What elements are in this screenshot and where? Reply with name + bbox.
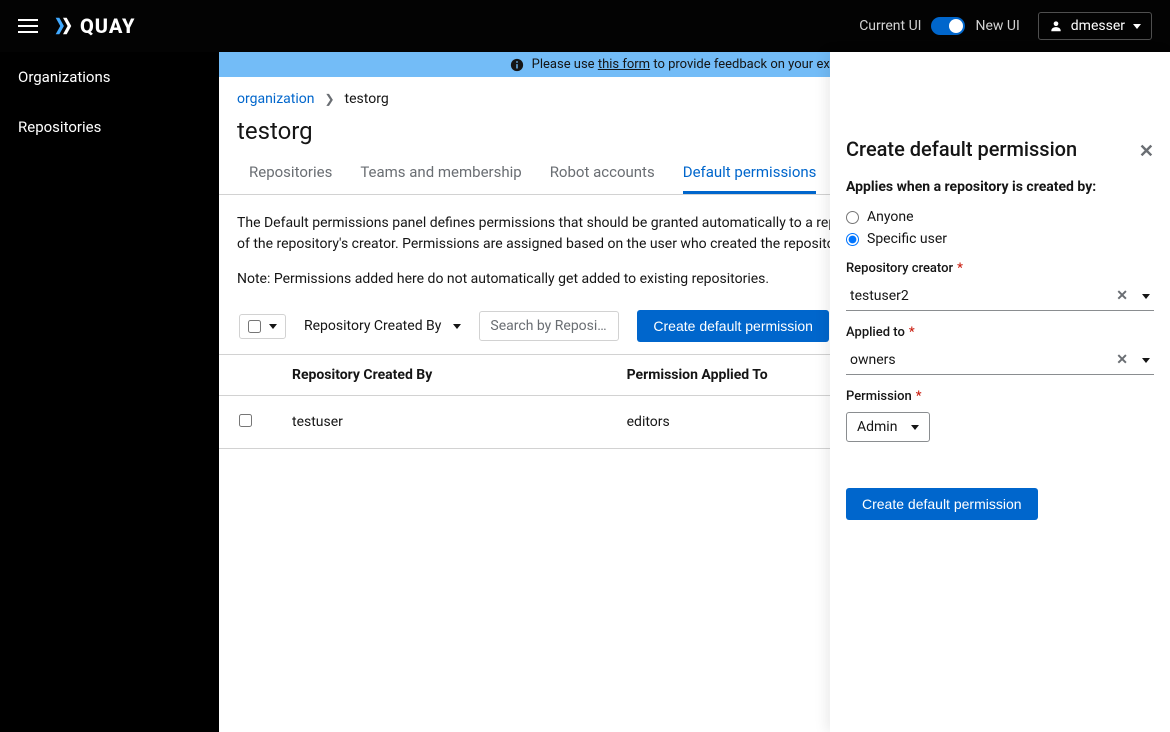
user-menu-dropdown[interactable]: dmesser: [1038, 12, 1152, 40]
ui-toggle-group: Current UI New UI: [859, 17, 1020, 35]
chevron-down-icon: [1142, 294, 1150, 299]
info-icon: [510, 58, 524, 72]
breadcrumb-current: testorg: [345, 91, 389, 107]
th-select: [219, 355, 272, 396]
ui-toggle-switch[interactable]: [931, 17, 965, 35]
repo-creator-combo[interactable]: testuser2 ✕: [846, 282, 1154, 311]
sidebar-nav: Organizations Repositories: [0, 52, 219, 732]
chevron-down-icon: [453, 324, 461, 329]
filter-dropdown[interactable]: Repository Created By: [304, 313, 461, 339]
current-ui-label: Current UI: [859, 18, 921, 34]
applied-to-value: owners: [850, 352, 896, 368]
applied-to-label: Applied to: [846, 325, 905, 340]
chevron-down-icon: [1142, 358, 1150, 363]
quay-logo-icon: [52, 15, 74, 37]
repo-creator-label: Repository creator: [846, 261, 953, 276]
search-input[interactable]: Search by Repository Created By: [479, 311, 619, 341]
field-repo-creator: Repository creator * testuser2 ✕: [846, 261, 1154, 311]
required-mark: *: [957, 261, 963, 276]
tab-robot-accounts[interactable]: Robot accounts: [550, 155, 655, 194]
filter-label: Repository Created By: [304, 318, 441, 334]
radio-specific-user[interactable]: Specific user: [846, 231, 1154, 247]
repo-creator-value: testuser2: [850, 288, 909, 304]
radio-anyone-label: Anyone: [867, 209, 914, 225]
brand-text: QUAY: [80, 14, 135, 38]
new-ui-label: New UI: [975, 18, 1019, 34]
panel-subtitle: Applies when a repository is created by:: [846, 179, 1154, 195]
permission-select-value: Admin: [857, 419, 897, 435]
breadcrumb-parent[interactable]: organization: [237, 91, 314, 107]
sidebar-item-organizations[interactable]: Organizations: [0, 52, 219, 102]
row-select-checkbox[interactable]: [239, 414, 252, 427]
banner-prefix: Please use: [532, 57, 595, 72]
panel-title: Create default permission: [846, 137, 1154, 161]
menu-toggle-icon[interactable]: [18, 19, 38, 33]
chevron-down-icon: [269, 324, 277, 329]
tab-default-permissions[interactable]: Default permissions: [683, 155, 817, 194]
field-applied-to: Applied to * owners ✕: [846, 325, 1154, 375]
close-icon[interactable]: ✕: [1139, 141, 1154, 162]
header-right: Current UI New UI dmesser: [859, 12, 1152, 40]
clear-icon[interactable]: ✕: [1116, 352, 1128, 368]
permission-select[interactable]: Admin: [846, 412, 930, 442]
bulk-select-dropdown[interactable]: [239, 314, 286, 339]
radio-specific-label: Specific user: [867, 231, 947, 247]
sidebar-item-repositories[interactable]: Repositories: [0, 102, 219, 152]
clear-icon[interactable]: ✕: [1116, 288, 1128, 304]
applied-to-combo[interactable]: owners ✕: [846, 346, 1154, 375]
create-permission-button[interactable]: Create default permission: [637, 310, 829, 342]
permission-label: Permission: [846, 389, 912, 404]
th-created-by: Repository Created By: [272, 355, 607, 396]
radio-anyone[interactable]: Anyone: [846, 209, 1154, 225]
create-permission-panel: ✕ Create default permission Applies when…: [830, 52, 1170, 732]
toggle-knob: [949, 19, 963, 33]
tab-teams[interactable]: Teams and membership: [360, 155, 521, 194]
radio-specific-input[interactable]: [846, 233, 859, 246]
submit-create-permission-button[interactable]: Create default permission: [846, 488, 1038, 520]
chevron-down-icon: [911, 425, 919, 430]
chevron-right-icon: ❯: [324, 92, 334, 106]
required-mark: *: [909, 325, 915, 340]
chevron-down-icon: [1133, 24, 1141, 29]
cell-created-by: testuser: [272, 396, 607, 449]
radio-anyone-input[interactable]: [846, 211, 859, 224]
tab-repositories[interactable]: Repositories: [249, 155, 332, 194]
brand-logo[interactable]: QUAY: [52, 14, 135, 38]
user-icon: [1049, 19, 1063, 33]
app-header: QUAY Current UI New UI dmesser: [0, 0, 1170, 52]
banner-link[interactable]: this form: [598, 57, 650, 72]
field-permission: Permission * Admin: [846, 389, 1154, 442]
header-left: QUAY: [18, 14, 135, 38]
banner-text: Please use this form to provide feedback…: [532, 57, 880, 72]
main-content: Please use this form to provide feedback…: [219, 52, 1170, 732]
required-mark: *: [916, 389, 922, 404]
bulk-select-checkbox[interactable]: [248, 320, 261, 333]
username-label: dmesser: [1071, 18, 1125, 34]
